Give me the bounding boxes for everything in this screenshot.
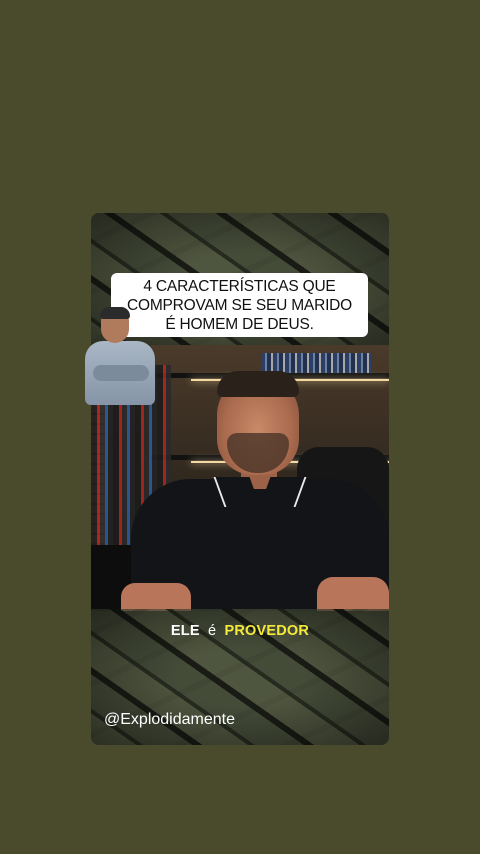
sticker-hair: [100, 307, 130, 319]
caption-word: é: [207, 623, 217, 639]
books-on-shelf: [261, 353, 371, 373]
speaker-arm: [317, 577, 389, 611]
person-sticker: [85, 307, 157, 405]
caption-highlight-word: PROVEDOR: [224, 623, 310, 639]
sticker-crossed-arms: [93, 365, 149, 381]
speaker-hair: [217, 371, 299, 397]
subtitle-caption: ELE é PROVEDOR: [0, 623, 480, 639]
speaker-arm: [121, 583, 191, 611]
caption-word: ELE: [170, 623, 200, 639]
watermark-handle: @Explodidamente: [104, 711, 235, 728]
title-text: 4 CARACTERÍSTICAS QUE COMPROVAM SE SEU M…: [126, 277, 353, 333]
